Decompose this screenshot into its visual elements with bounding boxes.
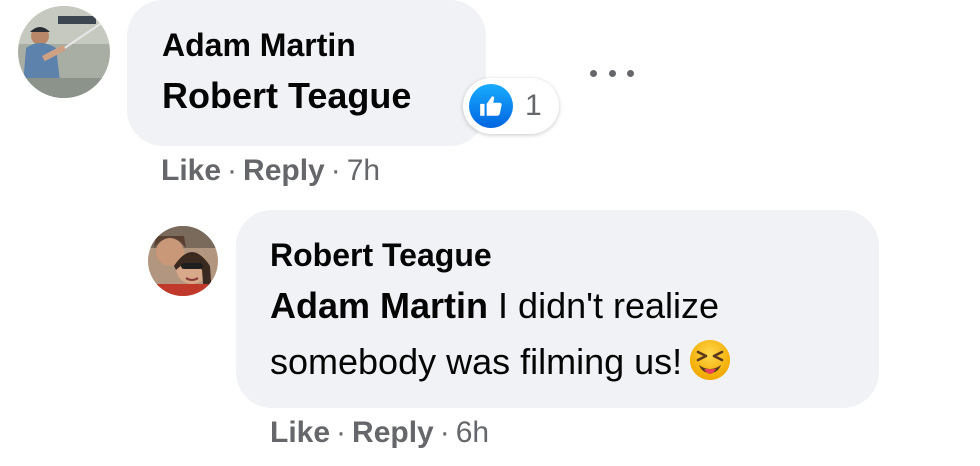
separator: · bbox=[330, 154, 341, 187]
comment-author[interactable]: Adam Martin bbox=[162, 26, 486, 64]
timestamp[interactable]: 7h bbox=[347, 154, 380, 187]
reply-button[interactable]: Reply bbox=[352, 416, 434, 449]
more-horizontal-icon[interactable] bbox=[590, 58, 634, 88]
separator: · bbox=[439, 416, 450, 449]
fishing-man-avatar bbox=[18, 6, 110, 98]
comment-thread: Adam Martin Robert Teague 1 Like · Reply · 7… bbox=[0, 0, 980, 466]
comment-bubble: Adam Martin Robert Teague bbox=[127, 0, 486, 146]
reply-button[interactable]: Reply bbox=[243, 154, 325, 187]
comment-text[interactable]: Robert Teague bbox=[162, 72, 486, 120]
comment-actions: Like · Reply · 6h bbox=[270, 416, 489, 450]
separator: · bbox=[227, 154, 238, 187]
comment-actions: Like · Reply · 7h bbox=[161, 154, 380, 188]
avatar[interactable] bbox=[18, 6, 110, 98]
reaction-count: 1 bbox=[525, 89, 542, 122]
squinting-face-with-tongue-icon bbox=[688, 338, 732, 382]
like-icon bbox=[469, 84, 513, 128]
avatar[interactable] bbox=[148, 226, 218, 296]
mention-link[interactable]: Adam Martin bbox=[270, 285, 488, 326]
comment-text: Adam Martin I didn't realize somebody wa… bbox=[270, 278, 845, 390]
like-button[interactable]: Like bbox=[270, 416, 330, 449]
couple-selfie-avatar bbox=[148, 226, 218, 296]
comment-author[interactable]: Robert Teague bbox=[270, 236, 879, 274]
comment-bubble: Robert Teague Adam Martin I didn't reali… bbox=[236, 210, 879, 408]
like-button[interactable]: Like bbox=[161, 154, 221, 187]
timestamp[interactable]: 6h bbox=[456, 416, 489, 449]
reaction-summary[interactable]: 1 bbox=[463, 78, 559, 134]
separator: · bbox=[336, 416, 347, 449]
